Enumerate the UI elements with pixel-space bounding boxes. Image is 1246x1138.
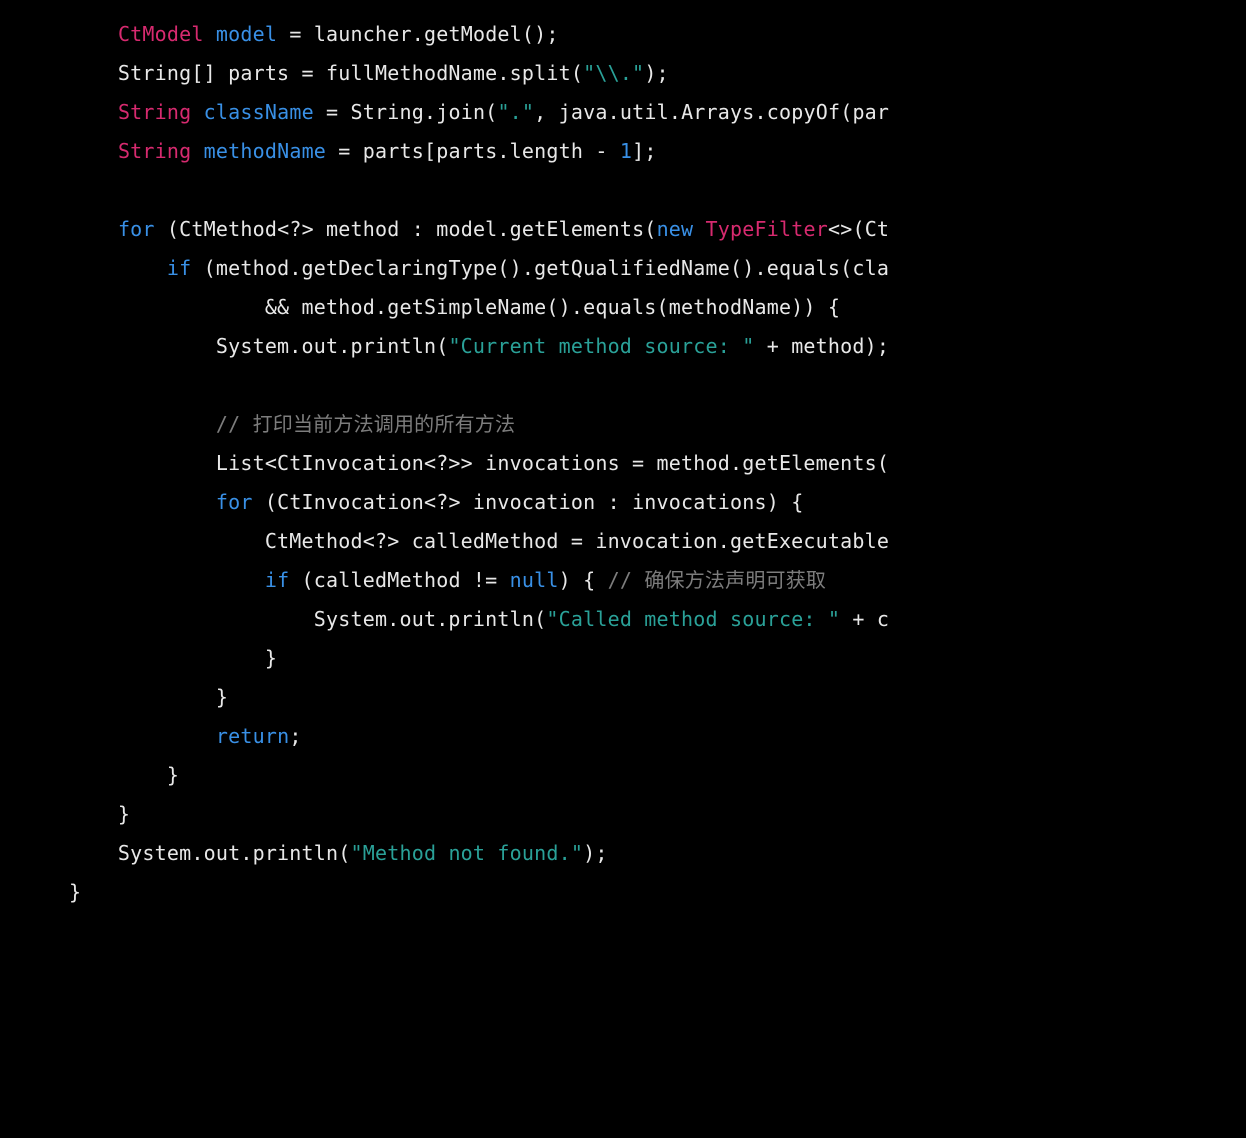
code-token <box>20 22 118 46</box>
code-token: (method.getDeclaringType().getQualifiedN… <box>191 256 889 280</box>
code-token: System.out.println( <box>20 334 448 358</box>
code-token: } <box>20 763 179 787</box>
code-token: ]; <box>632 139 656 163</box>
code-token <box>20 568 265 592</box>
code-token: CtMethod<?> calledMethod = invocation.ge… <box>20 529 889 553</box>
code-token: if <box>167 256 191 280</box>
code-token: System.out.println( <box>20 607 546 631</box>
code-token: if <box>265 568 289 592</box>
code-token <box>20 724 216 748</box>
code-line: return; <box>20 724 302 748</box>
code-token <box>20 139 118 163</box>
code-token: "." <box>497 100 534 124</box>
code-token: String <box>118 139 191 163</box>
code-token: TypeFilter <box>706 217 828 241</box>
code-token: , java.util.Arrays.copyOf(par <box>534 100 889 124</box>
code-line: } <box>20 880 81 904</box>
code-token: String[] parts = fullMethodName.split( <box>20 61 583 85</box>
code-token: model <box>216 22 277 46</box>
code-token: } <box>20 802 130 826</box>
code-line: String[] parts = fullMethodName.split("\… <box>20 61 669 85</box>
code-token: + method); <box>754 334 889 358</box>
code-line: CtModel model = launcher.getModel(); <box>20 22 559 46</box>
code-line: List<CtInvocation<?>> invocations = meth… <box>20 451 889 475</box>
code-token: } <box>20 880 81 904</box>
code-line: // 打印当前方法调用的所有方法 <box>20 412 515 436</box>
code-token: "Current method source: " <box>448 334 754 358</box>
code-line: } <box>20 802 130 826</box>
code-token: // 确保方法声明可获取 <box>608 568 827 592</box>
code-token: className <box>204 100 314 124</box>
code-block: CtModel model = launcher.getModel(); Str… <box>20 22 889 904</box>
code-token: } <box>20 685 228 709</box>
code-token <box>191 139 203 163</box>
code-token: new <box>657 217 694 241</box>
code-token: "Called method source: " <box>546 607 840 631</box>
code-token: = parts[parts.length - <box>326 139 620 163</box>
code-line: String className = String.join(".", java… <box>20 100 889 124</box>
code-token: List<CtInvocation<?>> invocations = meth… <box>20 451 889 475</box>
code-token <box>191 100 203 124</box>
code-token: ; <box>289 724 301 748</box>
code-line: && method.getSimpleName().equals(methodN… <box>20 295 840 319</box>
code-line: String methodName = parts[parts.length -… <box>20 139 657 163</box>
code-token <box>204 22 216 46</box>
code-token: (CtInvocation<?> invocation : invocation… <box>253 490 804 514</box>
code-token: <>(Ct <box>828 217 889 241</box>
code-token: 1 <box>620 139 632 163</box>
code-token: return <box>216 724 289 748</box>
code-line: if (method.getDeclaringType().getQualifi… <box>20 256 889 280</box>
code-token: "\\." <box>583 61 644 85</box>
code-token: ); <box>644 61 668 85</box>
code-token: methodName <box>204 139 326 163</box>
code-token: for <box>216 490 253 514</box>
code-token: System.out.println( <box>20 841 351 865</box>
code-line: for (CtMethod<?> method : model.getEleme… <box>20 217 889 241</box>
code-token <box>20 412 216 436</box>
code-editor[interactable]: CtModel model = launcher.getModel(); Str… <box>0 0 1246 913</box>
code-token: String <box>118 100 191 124</box>
code-token: (CtMethod<?> method : model.getElements( <box>155 217 657 241</box>
code-line: for (CtInvocation<?> invocation : invoca… <box>20 490 803 514</box>
code-line: } <box>20 685 228 709</box>
code-token <box>20 490 216 514</box>
code-line: } <box>20 763 179 787</box>
code-token: && method.getSimpleName().equals(methodN… <box>20 295 840 319</box>
code-line: CtMethod<?> calledMethod = invocation.ge… <box>20 529 889 553</box>
code-token: + c <box>840 607 889 631</box>
code-token: "Method not found." <box>351 841 584 865</box>
code-token: } <box>20 646 277 670</box>
code-token: = String.join( <box>314 100 498 124</box>
code-line: } <box>20 646 277 670</box>
code-token <box>20 217 118 241</box>
code-token: ); <box>583 841 607 865</box>
code-token: ) { <box>559 568 608 592</box>
code-token <box>20 256 167 280</box>
code-line: System.out.println("Method not found."); <box>20 841 608 865</box>
code-line: System.out.println("Called method source… <box>20 607 889 631</box>
code-token: // 打印当前方法调用的所有方法 <box>216 412 515 436</box>
code-token: (calledMethod != <box>289 568 509 592</box>
code-token: CtModel <box>118 22 204 46</box>
code-token <box>20 100 118 124</box>
code-token: = launcher.getModel(); <box>277 22 559 46</box>
code-line: System.out.println("Current method sourc… <box>20 334 889 358</box>
code-token: for <box>118 217 155 241</box>
code-token <box>693 217 705 241</box>
code-line: if (calledMethod != null) { // 确保方法声明可获取 <box>20 568 826 592</box>
code-token: null <box>510 568 559 592</box>
